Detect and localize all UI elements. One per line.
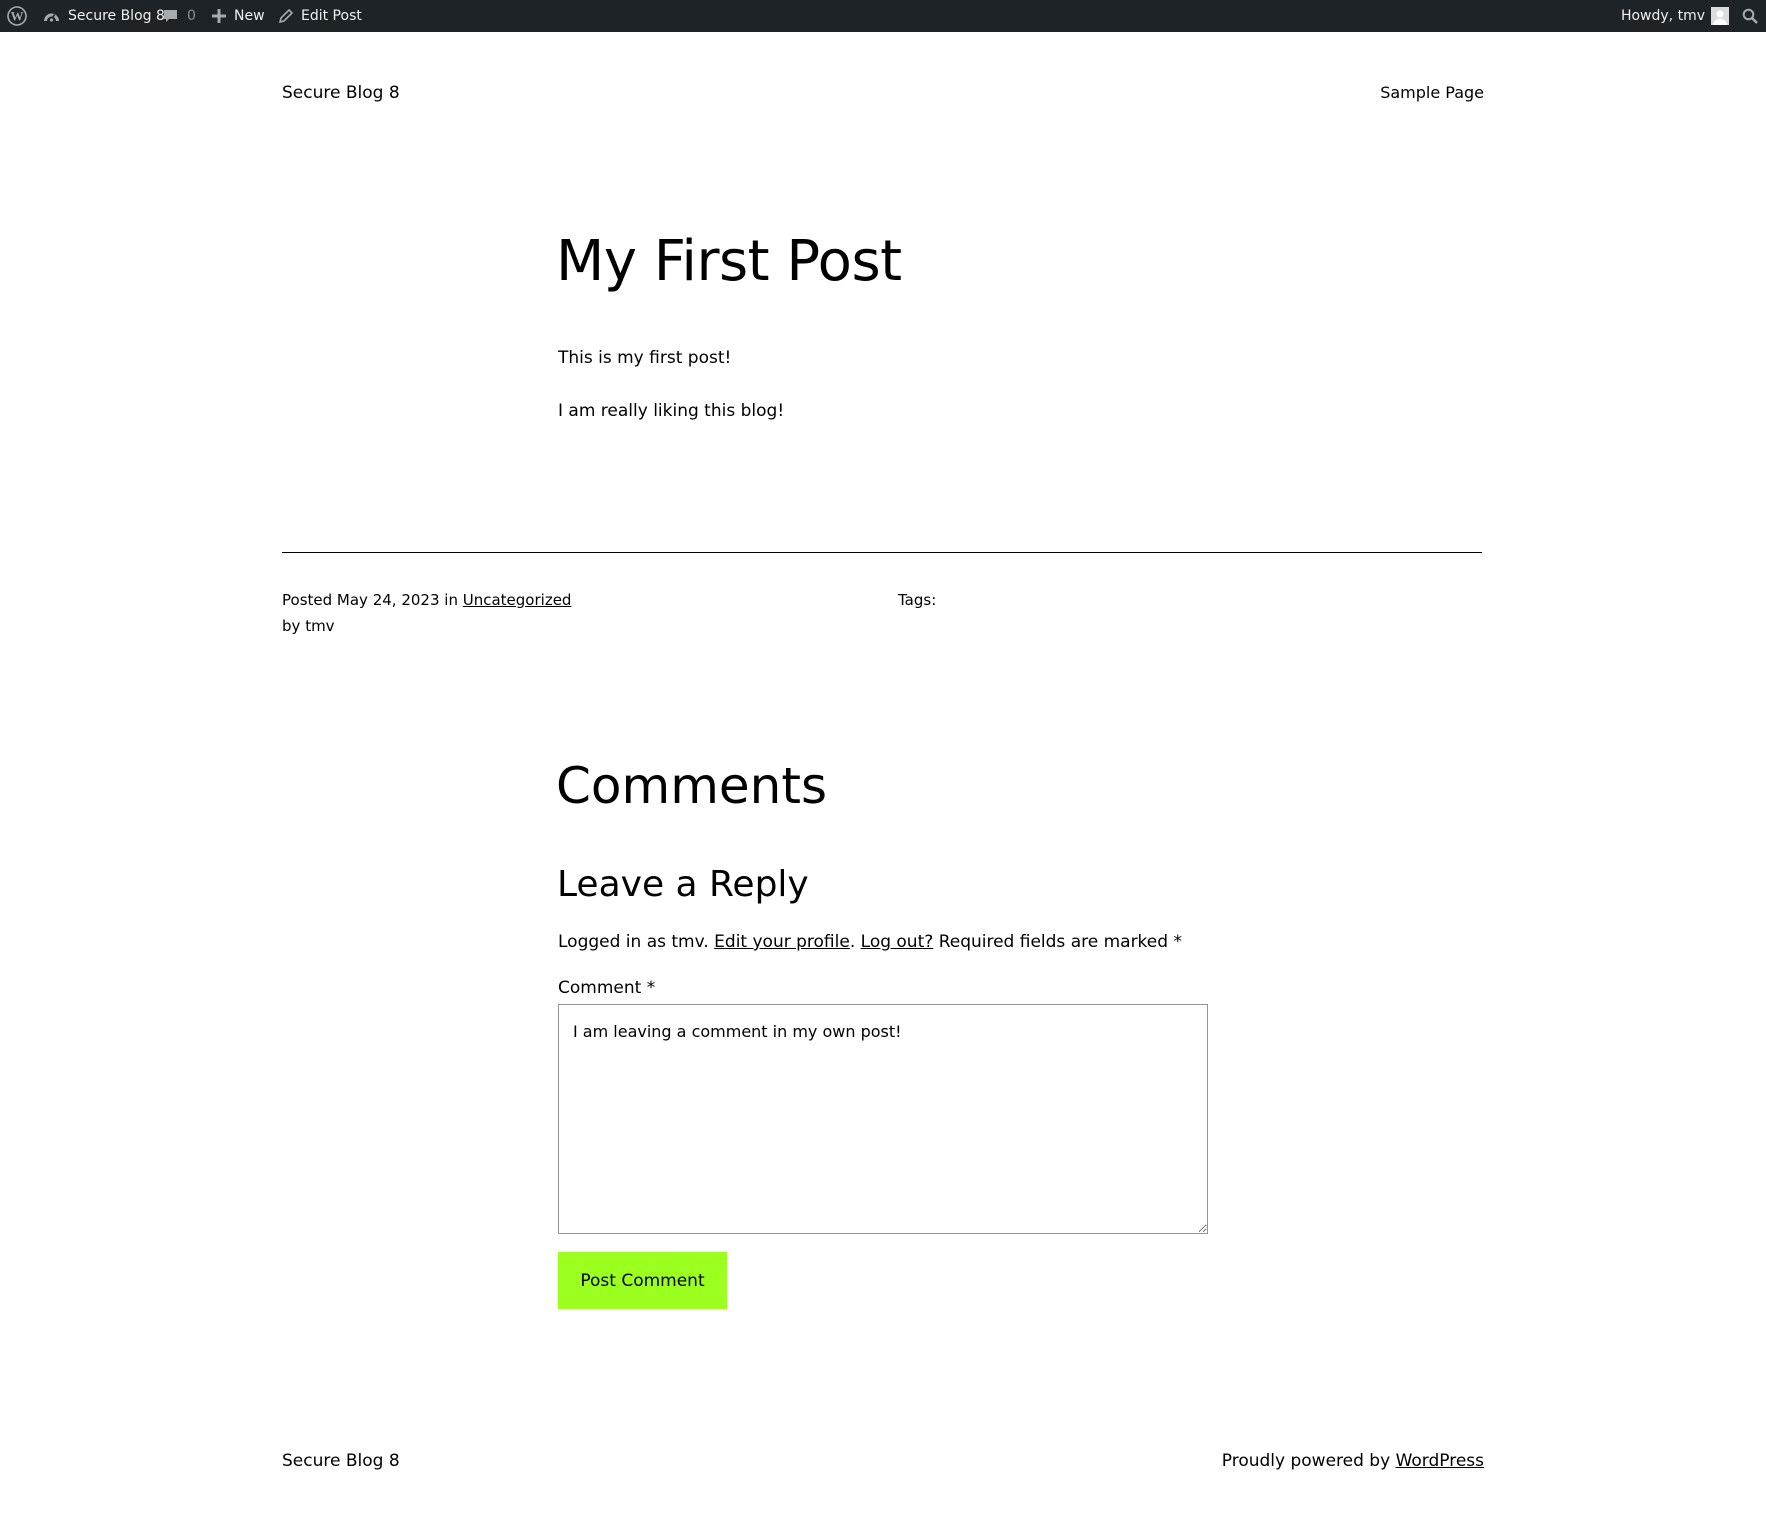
wordpress-logo-icon[interactable]: W [7,0,27,32]
logout-link[interactable]: Log out? [861,932,934,952]
admin-bar-edit-post[interactable]: Edit Post [279,0,362,32]
admin-bar-new[interactable]: New [212,0,265,32]
admin-bar: W Secure Blog 8 0 New Edit Post Howdy, t… [0,0,1766,32]
post-tags: Tags: [898,591,937,609]
plus-icon [212,9,226,23]
footer-credit: Proudly powered by WordPress [1222,1448,1484,1474]
logged-in-as: Logged in as tmv. [558,932,709,952]
wordpress-link[interactable]: WordPress [1396,1451,1484,1471]
nav-item-sample-page[interactable]: Sample Page [1380,81,1484,105]
period: . [849,932,856,952]
comment-bubble-icon [163,9,178,24]
reply-title: Leave a Reply [557,864,809,905]
admin-bar-comments[interactable]: 0 [163,0,196,32]
post-separator [282,552,1482,553]
post-date: May 24, 2023 [336,591,440,609]
post-paragraph: This is my first post! [558,348,732,368]
posted-prefix: Posted [282,591,333,609]
svg-text:W: W [11,9,24,24]
search-icon[interactable] [1742,0,1758,32]
admin-bar-account[interactable]: Howdy, tmv [1621,0,1729,32]
post-comment-button[interactable]: Post Comment [558,1252,727,1309]
required-fields-note: Required fields are marked * [938,932,1182,952]
post-meta-date: Posted May 24, 2023 in Uncategorized [282,587,571,613]
footer-site-title[interactable]: Secure Blog 8 [282,1448,400,1474]
admin-bar-site-name: Secure Blog 8 [68,8,165,24]
admin-bar-edit-post-label: Edit Post [301,8,362,24]
admin-bar-new-label: New [234,8,265,24]
edit-profile-link[interactable]: Edit your profile [714,932,850,952]
admin-bar-comments-count: 0 [187,8,196,24]
dashboard-icon [43,9,60,24]
admin-bar-howdy: Howdy, tmv [1620,8,1705,24]
avatar [1711,7,1729,25]
comment-textarea[interactable]: I am leaving a comment in my own post! [558,1004,1208,1234]
comments-title: Comments [556,757,828,815]
in-label: in [444,591,458,609]
category-link[interactable]: Uncategorized [463,591,572,609]
site-title[interactable]: Secure Blog 8 [282,80,400,106]
post-meta-author: by tmv [282,613,335,639]
pencil-icon [279,9,293,23]
post-title: My First Post [556,229,902,294]
logged-in-note: Logged in as tmv. Edit your profile. Log… [558,928,1182,956]
powered-by-text: Proudly powered by [1221,1451,1391,1471]
admin-bar-site-link[interactable]: Secure Blog 8 [43,0,165,32]
by-label: by [282,617,301,635]
post-author: tmv [305,617,335,635]
comment-label: Comment * [558,978,656,998]
post-paragraph: I am really liking this blog! [558,401,785,421]
